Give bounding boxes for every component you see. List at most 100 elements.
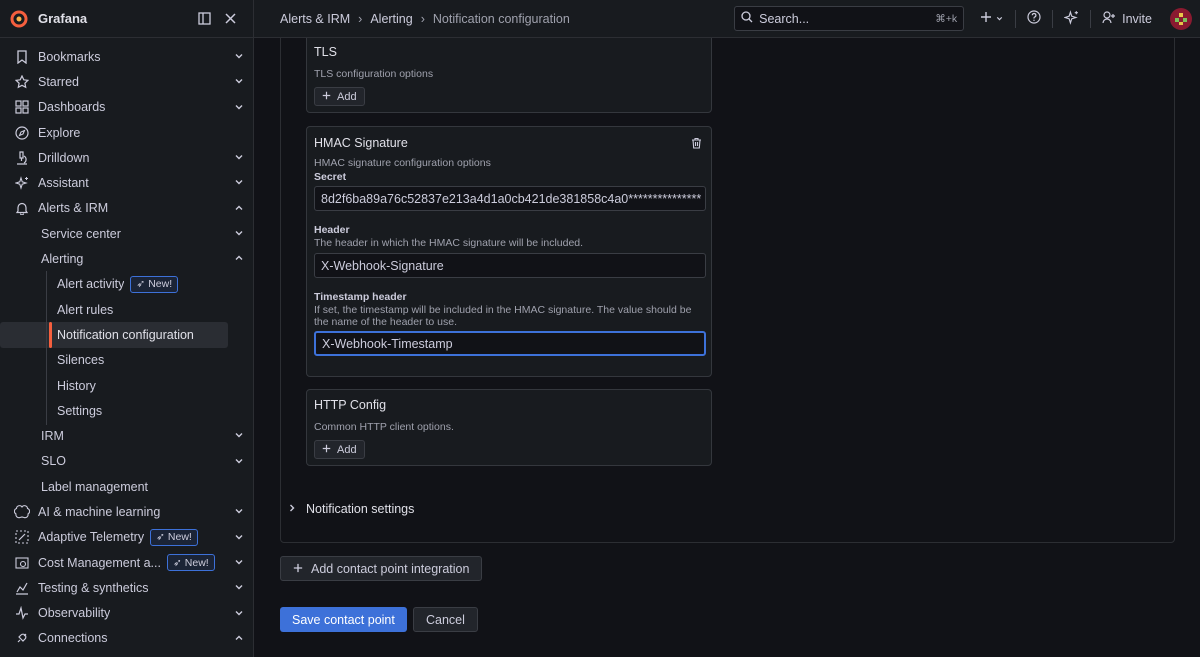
chevron-down-icon[interactable]: [233, 176, 245, 188]
assistant-button[interactable]: [1058, 6, 1085, 32]
tls-add-button[interactable]: Add: [314, 87, 365, 106]
badge-label: New!: [148, 278, 173, 291]
chevron-down-icon[interactable]: [233, 151, 245, 163]
cancel-button[interactable]: Cancel: [413, 607, 478, 632]
chevron-down-icon[interactable]: [233, 455, 245, 467]
sidebar-item-label: Adaptive Telemetry: [38, 530, 145, 545]
sidebar-item-label: Starred: [38, 74, 79, 89]
sidebar-item-label: AI & machine learning: [38, 504, 161, 519]
trash-icon[interactable]: [691, 137, 702, 149]
sidebar: Grafana Bookmarks Starred Dashboards Exp…: [0, 0, 254, 657]
invite-label: Invite: [1122, 11, 1152, 26]
rocket-icon: ➶: [156, 531, 165, 544]
header-description: The header in which the HMAC signature w…: [314, 237, 584, 249]
sidebar-item-bookmarks[interactable]: Bookmarks: [0, 44, 253, 69]
brain-icon: [14, 504, 30, 520]
sidebar-item-alert-rules[interactable]: Alert rules: [0, 297, 253, 322]
chevron-down-icon[interactable]: [233, 505, 245, 517]
sidebar-item-drilldown[interactable]: Drilldown: [0, 145, 253, 170]
add-contact-point-integration-button[interactable]: Add contact point integration: [280, 556, 483, 581]
sidebar-item-label: Testing & synthetics: [38, 580, 149, 595]
timestamp-header-field[interactable]: X-Webhook-Timestamp: [314, 331, 706, 356]
chevron-up-icon[interactable]: [233, 252, 245, 264]
sidebar-header: Grafana: [0, 0, 253, 38]
save-contact-point-button[interactable]: Save contact point: [280, 607, 407, 632]
sidebar-item-label: Drilldown: [38, 150, 90, 165]
search-input[interactable]: Search... ⌘+k: [734, 6, 965, 31]
tls-title: TLS: [314, 45, 337, 59]
secret-field[interactable]: 8d2f6ba89a76c52837e213a4d1a0cb421de38185…: [314, 186, 706, 211]
chevron-down-icon[interactable]: [233, 101, 245, 113]
sidebar-item-label: Alert rules: [57, 302, 114, 317]
sidebar-item-starred[interactable]: Starred: [0, 69, 253, 94]
sidebar-item-assistant[interactable]: Assistant: [0, 170, 253, 195]
new-badge: ➶ New!: [150, 528, 198, 546]
sidebar-item-label-management[interactable]: Label management: [0, 474, 253, 499]
close-icon[interactable]: [217, 6, 243, 32]
sidebar-item-label: Label management: [41, 479, 149, 494]
search-shortcut: ⌘+k: [935, 12, 958, 25]
avatar[interactable]: [1170, 7, 1192, 30]
http-config-title: HTTP Config: [314, 398, 387, 412]
grafana-logo-icon[interactable]: [10, 10, 28, 28]
sparkle-icon: [1063, 9, 1079, 28]
sidebar-item-observability[interactable]: Observability: [0, 601, 253, 626]
chevron-down-icon[interactable]: [233, 581, 245, 593]
sidebar-item-notification-configuration[interactable]: Notification configuration: [0, 322, 228, 348]
chevron-down-icon[interactable]: [233, 50, 245, 62]
sidebar-item-explore[interactable]: Explore: [0, 120, 253, 145]
breadcrumb-alerting[interactable]: Alerting: [370, 12, 412, 26]
chevron-down-icon[interactable]: [233, 75, 245, 87]
sidebar-nav: Bookmarks Starred Dashboards Explore Dri…: [0, 38, 253, 651]
invite-button[interactable]: Invite: [1096, 6, 1158, 32]
sidebar-item-label: IRM: [41, 429, 64, 444]
tls-description: TLS configuration options: [314, 68, 434, 80]
sidebar-item-cost-management[interactable]: Cost Management a... ➶ New!: [0, 550, 253, 575]
help-icon: [1027, 10, 1041, 27]
chevron-up-icon[interactable]: [233, 202, 245, 214]
chevron-up-icon[interactable]: [233, 632, 245, 644]
sidebar-item-adaptive-telemetry[interactable]: Adaptive Telemetry ➶ New!: [0, 525, 253, 550]
new-menu-button[interactable]: [974, 6, 1010, 32]
star-icon: [14, 74, 30, 90]
sidebar-item-ai-ml[interactable]: AI & machine learning: [0, 499, 253, 524]
http-config-add-button[interactable]: Add: [314, 440, 365, 459]
chevron-down-icon[interactable]: [233, 531, 245, 543]
sidebar-item-irm[interactable]: IRM: [0, 423, 253, 448]
http-config-add-label: Add: [337, 443, 357, 456]
sidebar-item-alert-activity[interactable]: Alert activity ➶ New!: [0, 272, 253, 297]
header-field[interactable]: X-Webhook-Signature: [314, 253, 706, 278]
cost-icon: [14, 555, 30, 571]
timestamp-header-description: If set, the timestamp will be included i…: [314, 304, 692, 328]
chevron-down-icon[interactable]: [233, 556, 245, 568]
sidebar-item-silences[interactable]: Silences: [0, 348, 253, 373]
sidebar-item-label: Connections: [38, 631, 108, 646]
sidebar-item-label: Explore: [38, 125, 81, 140]
sidebar-item-history[interactable]: History: [0, 373, 253, 398]
sidebar-item-dashboards[interactable]: Dashboards: [0, 95, 253, 120]
sidebar-item-alerts-irm[interactable]: Alerts & IRM: [0, 196, 253, 221]
sidebar-item-service-center[interactable]: Service center: [0, 221, 253, 246]
http-config-description: Common HTTP client options.: [314, 421, 454, 433]
sidebar-item-connections[interactable]: Connections: [0, 626, 253, 651]
sidebar-item-label: History: [57, 378, 96, 393]
notification-settings-toggle[interactable]: Notification settings: [287, 502, 414, 516]
breadcrumb-alerts-irm[interactable]: Alerts & IRM: [280, 12, 350, 26]
timestamp-header-label: Timestamp header: [314, 291, 407, 303]
chevron-down-icon[interactable]: [233, 227, 245, 239]
sidebar-item-testing-synthetics[interactable]: Testing & synthetics: [0, 575, 253, 600]
bookmark-icon: [14, 49, 30, 65]
dock-menu-icon[interactable]: [191, 6, 217, 32]
sidebar-item-alerting[interactable]: Alerting: [0, 246, 253, 271]
sidebar-item-label: Notification configuration: [57, 327, 194, 342]
sparkle-icon: [14, 175, 30, 191]
new-badge: ➶ New!: [166, 554, 215, 572]
notification-settings-label: Notification settings: [306, 502, 415, 516]
chevron-down-icon[interactable]: [233, 429, 245, 441]
sidebar-item-settings[interactable]: Settings: [0, 398, 253, 423]
chevron-down-icon[interactable]: [233, 607, 245, 619]
brand-name: Grafana: [38, 11, 88, 26]
sidebar-item-slo[interactable]: SLO: [0, 449, 253, 474]
help-button[interactable]: [1021, 6, 1047, 32]
breadcrumb-separator-icon: ›: [358, 11, 363, 26]
